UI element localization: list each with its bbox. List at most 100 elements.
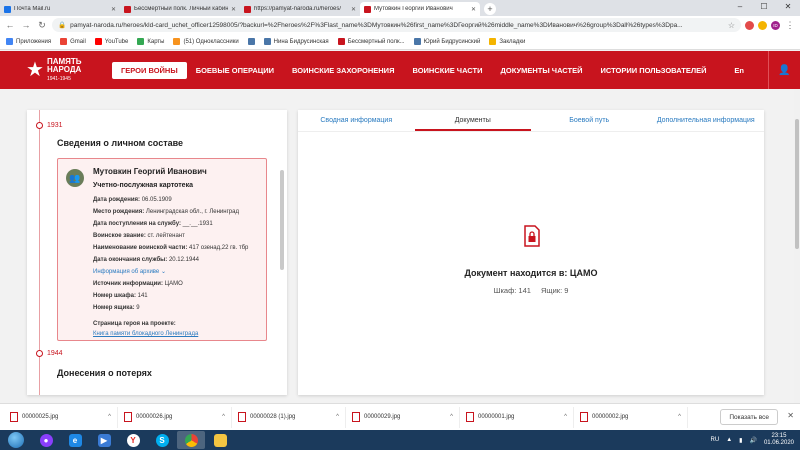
taskbar-skype[interactable]: S bbox=[148, 431, 176, 449]
tab-combat-path[interactable]: Боевой путь bbox=[531, 110, 648, 131]
field-label: Дата поступления на службу: bbox=[93, 221, 181, 227]
nav-user-stories[interactable]: ИСТОРИИ ПОЛЬЗОВАТЕЛЕЙ bbox=[592, 66, 716, 75]
record-card: 👥 Мутовкин Георгий Иванович Учетно-послу… bbox=[57, 158, 267, 341]
file-icon bbox=[352, 412, 360, 422]
ie-icon: e bbox=[68, 433, 82, 447]
profile-avatar-icon[interactable]: ID bbox=[771, 20, 780, 30]
field-row: Источник информации: ЦАМО bbox=[93, 278, 263, 290]
forward-icon[interactable]: → bbox=[20, 20, 32, 30]
taskbar-alice[interactable]: ● bbox=[32, 431, 60, 449]
person-name: Мутовкин Георгий Иванович bbox=[93, 167, 207, 176]
download-item[interactable]: 00000001.jpg ^ bbox=[460, 406, 574, 428]
taskbar-chrome[interactable] bbox=[177, 431, 205, 449]
tray-language[interactable]: RU bbox=[711, 437, 720, 443]
browser-menu-icon[interactable]: ⋮ bbox=[784, 20, 796, 31]
tray-clock[interactable]: 23:15 01.06.2020 bbox=[764, 433, 794, 447]
reload-icon[interactable]: ↻ bbox=[36, 20, 48, 31]
close-tab-icon[interactable]: ✕ bbox=[351, 6, 356, 13]
show-all-downloads-button[interactable]: Показать все bbox=[720, 409, 778, 425]
bookmark-label: Юрий Бидрусинский bbox=[423, 38, 481, 45]
bookmark-star-icon[interactable]: ☆ bbox=[728, 21, 735, 30]
browser-tab-mutovkin[interactable]: Мутовкин Георгий Иванович ✕ bbox=[360, 2, 480, 16]
nav-operations[interactable]: БОЕВЫЕ ОПЕРАЦИИ bbox=[187, 66, 283, 75]
extension-icon[interactable] bbox=[745, 20, 754, 30]
taskbar-files[interactable] bbox=[206, 431, 234, 449]
bookmark-youtube[interactable]: YouTube bbox=[94, 38, 128, 45]
soldier-avatar-icon: 👥 bbox=[66, 169, 84, 187]
nav-burials[interactable]: ВОИНСКИЕ ЗАХОРОНЕНИЯ bbox=[283, 66, 403, 75]
page-scrollbar[interactable] bbox=[794, 89, 800, 403]
network-icon[interactable]: ▮ bbox=[739, 437, 742, 444]
archive-info-label: Информация об архиве bbox=[93, 269, 160, 275]
tab-additional-info[interactable]: Дополнительная информация bbox=[648, 110, 765, 131]
tab-title: Мутовкин Георгий Иванович bbox=[374, 6, 453, 12]
maximize-button[interactable]: ☐ bbox=[752, 0, 776, 14]
chevron-up-icon[interactable]: ^ bbox=[336, 414, 339, 420]
site-logo[interactable]: ★ ПАМЯТЬ НАРОДА 1941-1945 bbox=[0, 57, 112, 83]
field-label: Дата окончания службы: bbox=[93, 257, 168, 263]
taskbar-explorer[interactable]: e bbox=[61, 431, 89, 449]
panel-scrollbar[interactable] bbox=[280, 170, 284, 270]
download-item[interactable]: 00000002.jpg ^ bbox=[574, 406, 688, 428]
start-button[interactable] bbox=[0, 430, 32, 450]
url-input[interactable]: 🔒 pamyat-naroda.ru/heroes/kld-card_uchet… bbox=[52, 18, 741, 32]
archive-info-link[interactable]: Информация об архиве ⌄ bbox=[93, 266, 263, 278]
language-switch[interactable]: En bbox=[734, 66, 744, 75]
extension-icon[interactable] bbox=[758, 20, 767, 30]
file-icon bbox=[580, 412, 588, 422]
download-item[interactable]: 00000029.jpg ^ bbox=[346, 406, 460, 428]
taskbar-yandex[interactable]: Y bbox=[119, 431, 147, 449]
volume-icon[interactable]: 🔊 bbox=[749, 437, 756, 444]
chevron-up-icon[interactable]: ^ bbox=[564, 414, 567, 420]
download-item[interactable]: 00000026.jpg ^ bbox=[118, 406, 232, 428]
field-value: 06.05.1909 bbox=[141, 197, 172, 203]
tab-title: Бессмертный полк. Личный кабинет bbox=[134, 6, 228, 12]
vk-icon bbox=[263, 38, 271, 45]
user-account-button[interactable]: 👤 bbox=[768, 51, 800, 89]
bookmark-polk[interactable]: Бессмертный полк... bbox=[337, 38, 405, 45]
nav-units[interactable]: ВОИНСКИЕ ЧАСТИ bbox=[403, 66, 491, 75]
field-value: Ленинградская обл., г. Ленинград bbox=[145, 209, 239, 215]
close-tab-icon[interactable]: ✕ bbox=[231, 6, 236, 13]
bookmark-label: Приложения bbox=[16, 38, 52, 45]
chevron-up-icon[interactable]: ^ bbox=[678, 414, 681, 420]
document-storage: Шкаф: 141 Ящик: 9 bbox=[298, 286, 764, 295]
download-item[interactable]: 00000028 (1).jpg ^ bbox=[232, 406, 346, 428]
bookmark-vk[interactable] bbox=[247, 38, 255, 45]
bookmark-label: (51) Одноклассники bbox=[183, 38, 239, 45]
back-icon[interactable]: ← bbox=[4, 20, 16, 30]
browser-tab-heroes[interactable]: https://pamyat-naroda.ru/heroes/ ✕ bbox=[240, 2, 360, 16]
chevron-up-icon[interactable]: ^ bbox=[222, 414, 225, 420]
hero-page-link[interactable]: Книга памяти блокадного Ленинграда bbox=[93, 330, 263, 339]
tab-summary[interactable]: Сводная информация bbox=[298, 110, 415, 131]
clock-time: 23:15 bbox=[771, 433, 787, 439]
download-item[interactable]: 00000025.jpg ^ bbox=[4, 406, 118, 428]
browser-tab-polk[interactable]: Бессмертный полк. Личный кабинет ✕ bbox=[120, 2, 240, 16]
nav-unit-documents[interactable]: ДОКУМЕНТЫ ЧАСТЕЙ bbox=[492, 66, 592, 75]
download-filename: 00000001.jpg bbox=[478, 414, 515, 420]
close-tab-icon[interactable]: ✕ bbox=[111, 6, 116, 13]
bookmark-nina[interactable]: Нина Бидрусинская bbox=[263, 38, 329, 45]
chevron-up-icon[interactable]: ^ bbox=[108, 414, 111, 420]
bookmark-apps[interactable]: Приложения bbox=[6, 38, 51, 45]
taskbar-media[interactable]: ▶ bbox=[90, 431, 118, 449]
tab-documents[interactable]: Документы bbox=[414, 110, 531, 131]
close-tab-icon[interactable]: ✕ bbox=[471, 6, 476, 13]
minimize-button[interactable]: – bbox=[728, 0, 752, 14]
bookmark-yuri[interactable]: Юрий Бидрусинский bbox=[413, 38, 481, 45]
field-value: 141 bbox=[137, 293, 148, 299]
field-value: 9 bbox=[136, 305, 140, 311]
bookmark-folder[interactable]: Закладки bbox=[489, 38, 525, 45]
tray-arrow-icon[interactable]: ▲ bbox=[726, 437, 732, 443]
page-scrollbar-thumb[interactable] bbox=[795, 119, 799, 249]
bookmark-maps[interactable]: Карты bbox=[137, 38, 164, 45]
close-window-button[interactable]: ✕ bbox=[776, 0, 800, 14]
new-tab-button[interactable]: + bbox=[484, 3, 496, 15]
bookmark-gmail[interactable]: Gmail bbox=[60, 38, 86, 45]
nav-heroes[interactable]: ГЕРОИ ВОЙНЫ bbox=[112, 61, 187, 79]
browser-tab-mail[interactable]: Почта Mail.ru ✕ bbox=[0, 2, 120, 16]
bookmark-ok[interactable]: (51) Одноклассники bbox=[173, 38, 239, 45]
close-downloads-icon[interactable]: ✕ bbox=[787, 411, 794, 420]
download-filename: 00000029.jpg bbox=[364, 414, 401, 420]
chevron-up-icon[interactable]: ^ bbox=[450, 414, 453, 420]
